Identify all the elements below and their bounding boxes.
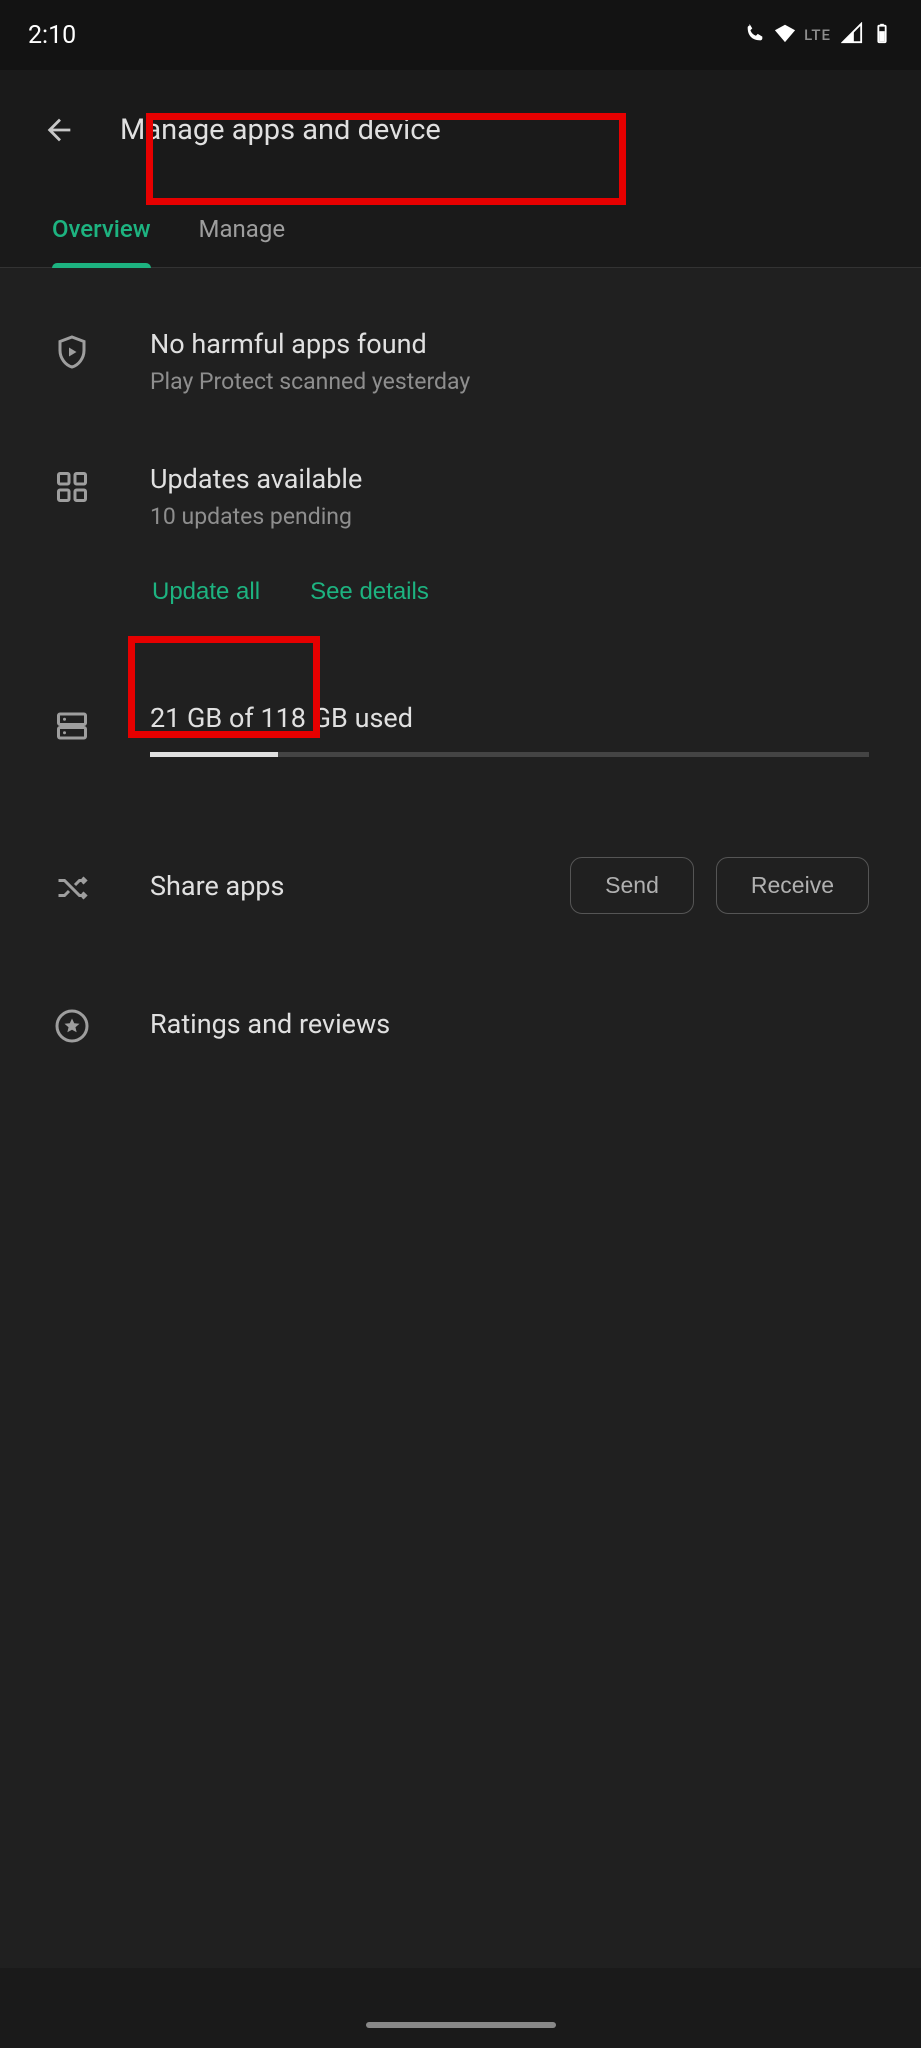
wifi-calling-icon xyxy=(744,22,766,48)
protect-subtitle: Play Protect scanned yesterday xyxy=(150,368,869,395)
wifi-icon xyxy=(774,22,796,48)
page-title: Manage apps and device xyxy=(120,113,441,147)
updates-title: Updates available xyxy=(150,463,869,495)
overview-content: No harmful apps found Play Protect scann… xyxy=(0,268,921,1968)
status-icons: LTE xyxy=(744,22,893,48)
lte-indicator: LTE xyxy=(804,26,831,44)
battery-icon xyxy=(871,22,893,48)
status-bar: 2:10 LTE xyxy=(0,0,921,70)
send-button[interactable]: Send xyxy=(570,857,694,914)
storage-row[interactable]: 21 GB of 118 GB used xyxy=(52,702,869,757)
tab-bar: Overview Manage xyxy=(0,190,921,268)
shield-icon xyxy=(52,332,92,372)
back-button[interactable] xyxy=(40,111,78,149)
status-time: 2:10 xyxy=(28,21,76,50)
updates-row: Updates available 10 updates pending Upd… xyxy=(52,463,869,614)
storage-icon xyxy=(52,706,92,746)
share-title: Share apps xyxy=(150,870,284,902)
share-apps-row: Share apps Send Receive xyxy=(52,857,869,914)
updates-subtitle: 10 updates pending xyxy=(150,503,869,530)
apps-grid-icon xyxy=(52,467,92,507)
play-protect-row[interactable]: No harmful apps found Play Protect scann… xyxy=(52,328,869,395)
ratings-title: Ratings and reviews xyxy=(150,1008,869,1040)
tab-manage[interactable]: Manage xyxy=(199,190,286,267)
storage-text: 21 GB of 118 GB used xyxy=(150,702,869,734)
star-circle-icon xyxy=(52,1006,92,1046)
ratings-row[interactable]: Ratings and reviews xyxy=(52,1002,869,1046)
update-all-button[interactable]: Update all xyxy=(150,570,262,614)
storage-progress xyxy=(150,752,869,757)
app-header: Manage apps and device xyxy=(0,70,921,190)
tab-overview[interactable]: Overview xyxy=(52,190,151,267)
signal-icon xyxy=(841,22,863,48)
receive-button[interactable]: Receive xyxy=(716,857,869,914)
shuffle-icon xyxy=(52,868,92,908)
see-details-button[interactable]: See details xyxy=(308,570,431,614)
protect-title: No harmful apps found xyxy=(150,328,869,360)
arrow-left-icon xyxy=(42,113,76,147)
gesture-nav-handle[interactable] xyxy=(366,2022,556,2028)
